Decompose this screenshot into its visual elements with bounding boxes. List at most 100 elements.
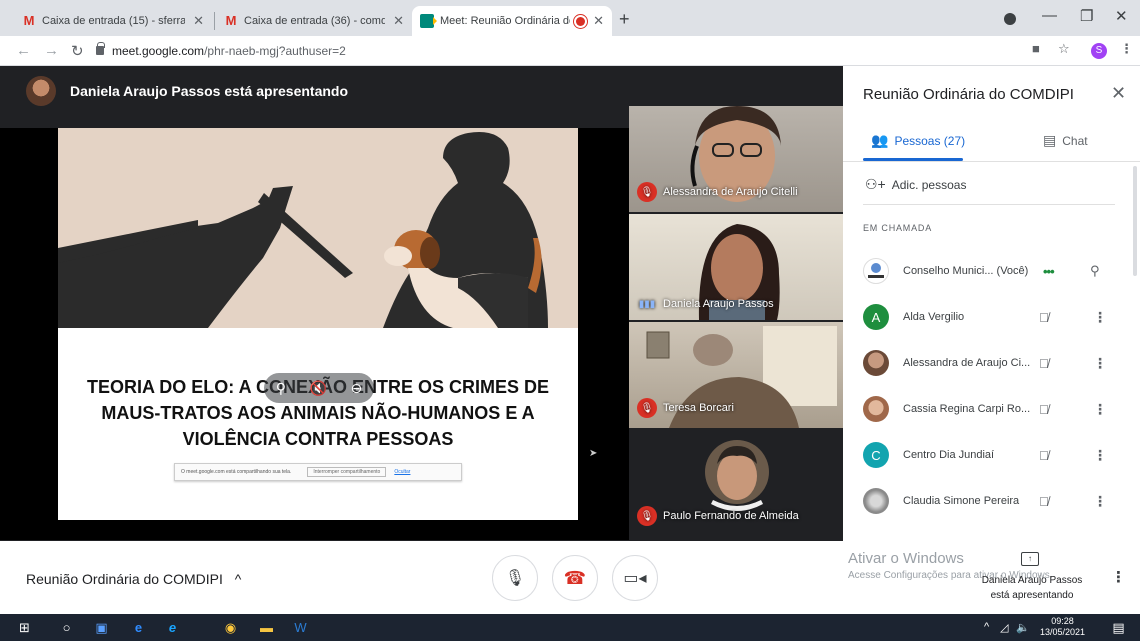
camera-indicator-icon[interactable]: ■ <box>1032 41 1040 56</box>
participant-list-item[interactable]: A Alda Vergilio 🎙̸ ⋮ <box>863 302 1123 332</box>
pin-icon[interactable]: ⚲ <box>1090 263 1100 279</box>
browser-menu-icon[interactable]: ⋮ <box>1120 41 1133 57</box>
clock-date: 13/05/2021 <box>1040 627 1086 637</box>
file-explorer-icon[interactable]: ▬ <box>258 619 275 636</box>
presenting-status[interactable]: Daniela Araujo Passos está apresentando <box>972 573 1092 603</box>
tab-people-label: Pessoas (27) <box>894 133 966 148</box>
recording-icon <box>576 16 586 26</box>
mic-off-icon: 🎙̸ <box>1039 401 1049 417</box>
comdipi-logo-icon <box>868 263 884 278</box>
tab-gmail-2[interactable]: M Caixa de entrada (36) - comdipi@ ✕ <box>216 6 412 36</box>
tab-gmail-1[interactable]: M Caixa de entrada (15) - sferraz@ ✕ <box>14 6 212 36</box>
more-options-icon[interactable]: ⋮ <box>1093 493 1107 510</box>
participant-tile[interactable]: ▮▮▮ Daniela Araujo Passos <box>629 214 843 320</box>
remove-icon[interactable]: ⊖ <box>350 380 362 397</box>
people-panel: Reunião Ordinária do COMDIPI ✕ 👥 Pessoas… <box>843 66 1140 541</box>
participant-list-item[interactable]: Cassia Regina Carpi Ro... 🎙̸ ⋮ <box>863 394 1123 424</box>
network-icon[interactable]: ◿ <box>1000 621 1008 634</box>
mic-off-icon: 🎙 <box>637 182 657 202</box>
present-now-icon[interactable]: ↑ <box>1021 552 1039 566</box>
microphone-icon: 🎙 <box>504 570 526 587</box>
participant-list-name: Centro Dia Jundiaí <box>903 449 995 461</box>
close-panel-icon[interactable]: ✕ <box>1111 83 1126 104</box>
mute-audio-icon[interactable]: 🔇 <box>310 380 327 397</box>
participant-tile[interactable]: 🎙 Teresa Borcari <box>629 322 843 428</box>
avatar <box>863 488 889 514</box>
word-icon[interactable]: W <box>292 619 309 636</box>
camera-button[interactable]: ▭◂ <box>612 555 658 601</box>
hide-banner-link[interactable]: Ocultar <box>394 469 410 475</box>
add-people-button[interactable]: ⚇+ Adic. pessoas <box>865 176 966 193</box>
gmail-icon: M <box>23 13 35 28</box>
mic-off-icon: 🎙̸ <box>1039 493 1049 509</box>
close-tab-icon[interactable]: ✕ <box>393 13 404 29</box>
participant-tile[interactable]: 🎙 Paulo Fernando de Almeida <box>629 430 843 536</box>
more-options-icon[interactable]: ⋮ <box>1093 355 1107 372</box>
more-options-icon[interactable]: ⋮ <box>1093 447 1107 464</box>
participant-list-name: Cassia Regina Carpi Ro... <box>903 403 1031 415</box>
more-options-icon[interactable]: ⋮ <box>1111 568 1126 586</box>
tab-title: Meet: Reunião Ordinária do <box>440 15 571 27</box>
participant-list-name: Alessandra de Araujo Ci... <box>903 357 1031 369</box>
reload-icon[interactable]: ↻ <box>71 42 84 60</box>
url-field[interactable]: meet.google.com/phr-naeb-mgj?authuser=2 <box>112 44 346 58</box>
new-tab-button[interactable]: + <box>619 9 630 30</box>
mic-off-icon: 🎙 <box>637 506 657 526</box>
chrome-icon[interactable]: ◉ <box>222 619 239 636</box>
tab-people[interactable]: 👥 Pessoas (27) <box>871 132 965 149</box>
bookmark-star-icon[interactable]: ☆ <box>1058 41 1070 57</box>
url-path: /phr-naeb-mgj?authuser=2 <box>204 44 346 58</box>
participant-tile[interactable]: 🎙 Alessandra de Araujo Citelli <box>629 106 843 212</box>
stop-sharing-button[interactable]: Interromper compartilhamento <box>307 467 387 477</box>
microphone-button[interactable]: 🎙 <box>492 555 538 601</box>
avatar: C <box>863 442 889 468</box>
mic-off-icon: 🎙̸ <box>1039 309 1049 325</box>
search-icon[interactable]: ○ <box>58 619 75 636</box>
volume-icon[interactable]: 🔈 <box>1016 621 1030 634</box>
slide-illustration <box>58 128 578 328</box>
tab-title: Caixa de entrada (15) - sferraz@ <box>42 15 186 27</box>
mouse-cursor-icon: ➤ <box>589 448 598 459</box>
back-arrow-icon[interactable]: ← <box>16 42 31 59</box>
meeting-controls-bar: Reunião Ordinária do COMDIPI ^ 🎙 ☎ ▭◂ At… <box>0 541 1140 614</box>
participant-label: ▮▮▮ Daniela Araujo Passos <box>637 298 774 310</box>
tray-chevron-icon[interactable]: ^ <box>984 621 989 633</box>
presenter-header: Daniela Araujo Passos está apresentando <box>26 76 348 106</box>
meeting-details-button[interactable]: Reunião Ordinária do COMDIPI ^ <box>26 571 241 587</box>
close-tab-icon[interactable]: ✕ <box>193 13 204 29</box>
participant-list-item[interactable]: C Centro Dia Jundiaí 🎙̸ ⋮ <box>863 440 1123 470</box>
close-tab-icon[interactable]: ✕ <box>593 13 604 29</box>
close-window-icon[interactable]: ✕ <box>1115 7 1128 25</box>
internet-explorer-icon[interactable]: e <box>164 619 181 636</box>
minimize-icon[interactable]: — <box>1042 7 1057 24</box>
participant-list-item[interactable]: Alessandra de Araujo Ci... 🎙̸ ⋮ <box>863 348 1123 378</box>
tab-meet[interactable]: Meet: Reunião Ordinária do ✕ <box>412 6 612 36</box>
participant-list-item[interactable]: Claudia Simone Pereira 🎙̸ ⋮ <box>863 486 1123 516</box>
clock[interactable]: 09:28 13/05/2021 <box>1040 616 1085 638</box>
clock-time: 09:28 <box>1051 616 1074 626</box>
mic-off-icon: 🎙̸ <box>1039 355 1049 371</box>
leave-call-button[interactable]: ☎ <box>552 555 598 601</box>
slide-title-line: MAUS-TRATOS AOS ANIMAIS NÃO-HUMANOS E A <box>101 403 535 423</box>
task-view-icon[interactable]: ▣ <box>93 619 110 636</box>
participant-list-item[interactable]: Conselho Munici... (Você) ••• ⚲ <box>863 256 1123 286</box>
windows-start-icon[interactable]: ⊞ <box>16 619 33 636</box>
mic-off-icon: 🎙 <box>637 398 657 418</box>
chevron-up-icon: ^ <box>234 571 242 587</box>
participant-list-name: Alda Vergilio <box>903 311 965 323</box>
restore-icon[interactable]: ❐ <box>1080 7 1093 25</box>
more-options-icon[interactable]: ⋮ <box>1093 309 1107 326</box>
panel-scrollbar[interactable] <box>1133 166 1137 276</box>
profile-avatar[interactable]: S <box>1091 43 1107 59</box>
tab-chat[interactable]: ▤ Chat <box>1043 132 1088 149</box>
presenter-avatar <box>26 76 56 106</box>
notifications-icon[interactable]: ▤ <box>1110 619 1127 636</box>
profile-menu-icon[interactable] <box>1004 13 1016 25</box>
forward-arrow-icon[interactable]: → <box>44 42 59 59</box>
edge-legacy-icon[interactable]: e <box>130 619 147 636</box>
lock-icon <box>96 42 105 55</box>
add-people-label: Adic. pessoas <box>891 177 967 192</box>
pin-icon[interactable]: ⚲ <box>276 380 286 397</box>
more-options-icon[interactable]: ⋮ <box>1093 401 1107 418</box>
gmail-icon: M <box>225 13 237 28</box>
